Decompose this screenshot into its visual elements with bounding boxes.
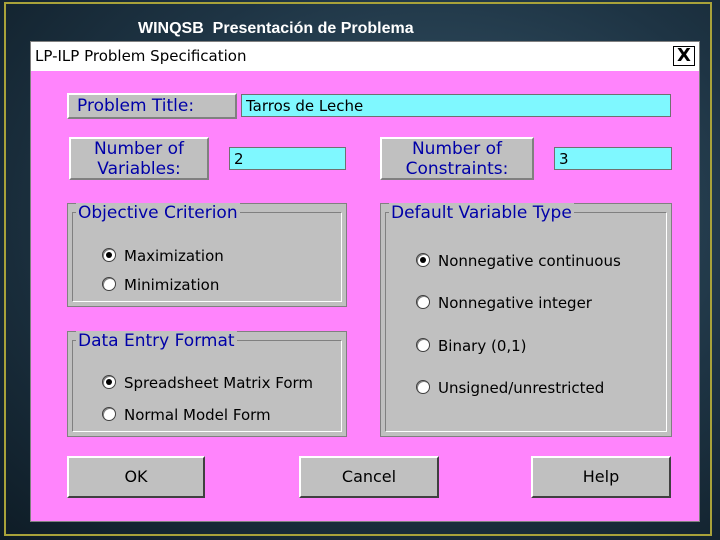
default-variable-type-group: Default Variable Type Nonnegative contin… — [380, 203, 672, 437]
objective-criterion-legend: Objective Criterion — [76, 203, 240, 223]
problem-specification-dialog: LP-ILP Problem Specification X Problem T… — [30, 41, 700, 522]
nonnegative-continuous-label: Nonnegative continuous — [438, 252, 621, 270]
radio-empty-icon[interactable] — [416, 380, 430, 394]
unsigned-unrestricted-label: Unsigned/unrestricted — [438, 379, 605, 397]
data-entry-format-legend: Data Entry Format — [76, 331, 237, 351]
radio-empty-icon[interactable] — [416, 338, 430, 352]
problem-title-label: Problem Title: — [67, 93, 237, 119]
cancel-button[interactable]: Cancel — [299, 456, 439, 498]
dialog-title: LP-ILP Problem Specification — [35, 47, 247, 65]
num-variables-label-line1: Number of — [93, 139, 185, 159]
num-constraints-input[interactable] — [554, 147, 672, 170]
num-constraints-label-line1: Number of — [411, 139, 503, 159]
ok-button[interactable]: OK — [67, 456, 205, 498]
normal-model-form-label: Normal Model Form — [124, 406, 271, 424]
radio-empty-icon[interactable] — [416, 295, 430, 309]
radio-empty-icon[interactable] — [102, 277, 116, 291]
help-button[interactable]: Help — [531, 456, 671, 498]
default-variable-type-legend: Default Variable Type — [389, 203, 574, 223]
radio-selected-icon[interactable] — [102, 248, 116, 262]
minimization-label: Minimization — [124, 276, 220, 294]
num-variables-label: Number of Variables: — [69, 137, 209, 180]
spreadsheet-matrix-form-label: Spreadsheet Matrix Form — [124, 374, 314, 392]
num-variables-label-line2: Variables: — [97, 159, 181, 179]
data-entry-format-group: Data Entry Format Spreadsheet Matrix For… — [67, 331, 347, 437]
slide-title: WINQSB Presentación de Problema — [138, 20, 414, 37]
close-button[interactable]: X — [673, 46, 695, 66]
dialog-titlebar: LP-ILP Problem Specification X — [31, 42, 699, 71]
problem-title-input[interactable] — [241, 94, 671, 117]
binary-label: Binary (0,1) — [438, 337, 527, 355]
num-constraints-label: Number of Constraints: — [380, 137, 534, 180]
radio-selected-icon[interactable] — [416, 253, 430, 267]
problem-title-label-text: Problem Title: — [77, 96, 195, 116]
objective-criterion-group: Objective Criterion Maximization Minimiz… — [67, 203, 347, 307]
num-variables-input[interactable] — [229, 147, 346, 170]
maximization-label: Maximization — [124, 247, 224, 265]
nonnegative-integer-label: Nonnegative integer — [438, 294, 592, 312]
radio-empty-icon[interactable] — [102, 407, 116, 421]
radio-selected-icon[interactable] — [102, 375, 116, 389]
num-constraints-label-line2: Constraints: — [405, 159, 509, 179]
close-icon: X — [677, 45, 691, 66]
